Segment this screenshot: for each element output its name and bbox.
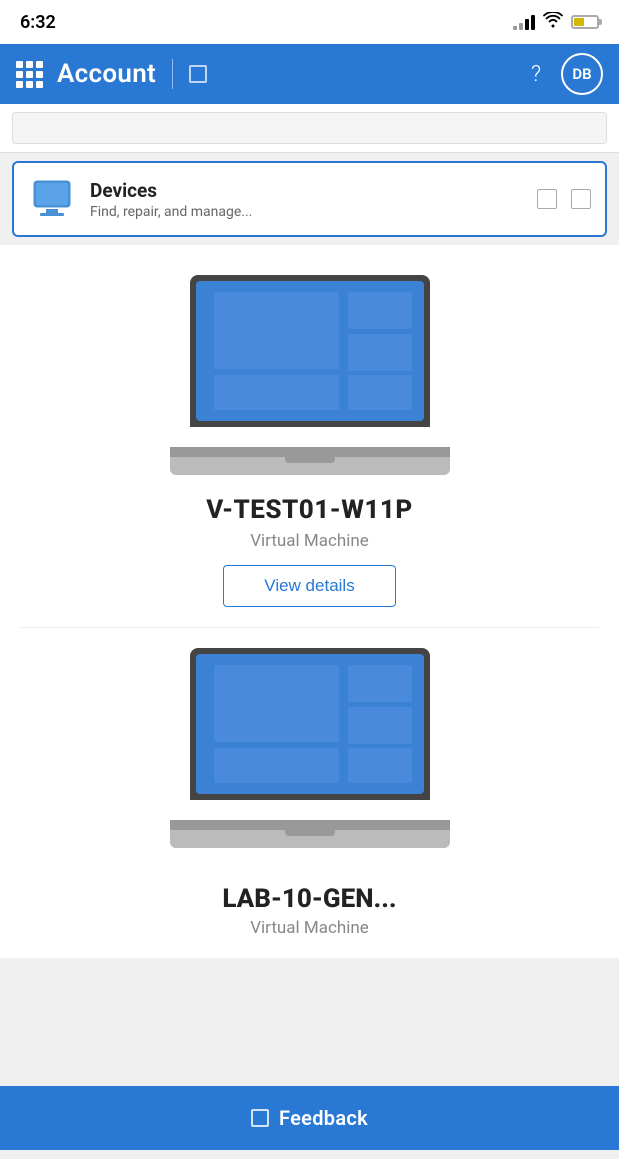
header: Account ? DB [0,44,619,104]
device-name-2: LAB-10-GEN... [222,884,396,914]
device-item-1: V-TEST01-W11P Virtual Machine View detai… [0,245,619,627]
devices-title: Devices [90,179,252,202]
main-panel: V-TEST01-W11P Virtual Machine View detai… [0,245,619,958]
avatar[interactable]: DB [561,53,603,95]
battery-icon [571,15,599,29]
devices-text: Devices Find, repair, and manage... [90,179,252,220]
device-item-2: LAB-10-GEN... Virtual Machine [0,628,619,938]
card-action-icon-1[interactable] [537,189,557,209]
devices-card-actions [537,189,591,209]
signal-icon [513,14,535,30]
feedback-label: Feedback [279,1106,368,1130]
wifi-icon [543,12,563,32]
device-type-2: Virtual Machine [250,918,369,938]
header-title: Account [57,59,156,89]
grid-menu-icon[interactable] [16,61,43,88]
search-input[interactable] [12,112,607,144]
search-bar-area [0,104,619,153]
content: Devices Find, repair, and manage... [0,161,619,1159]
view-details-button-1[interactable]: View details [223,565,395,607]
status-time: 6:32 [20,12,56,33]
feedback-icon [251,1109,269,1127]
status-bar: 6:32 [0,0,619,44]
laptop-illustration-2 [170,648,450,848]
feedback-bar[interactable]: Feedback [0,1086,619,1150]
header-nav-square-icon[interactable] [189,65,207,83]
help-button[interactable]: ? [531,62,541,87]
devices-subtitle: Find, repair, and manage... [90,204,252,220]
device-type-1: Virtual Machine [250,531,369,551]
device-name-1: V-TEST01-W11P [206,495,413,525]
card-action-icon-2[interactable] [571,189,591,209]
monitor-icon [30,177,74,221]
devices-icon-wrap [28,175,76,223]
devices-card[interactable]: Devices Find, repair, and manage... [12,161,607,237]
laptop-illustration-1 [170,275,450,475]
header-divider [172,59,173,89]
status-icons [513,12,599,32]
